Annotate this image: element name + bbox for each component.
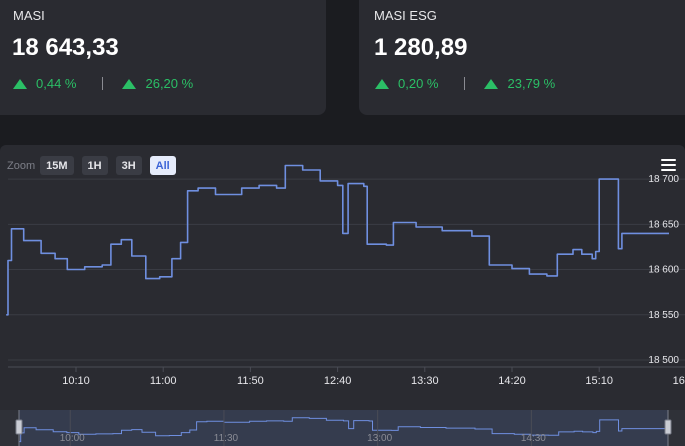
- y-tick-label: 18 600: [648, 265, 679, 276]
- arrow-up-icon: [375, 78, 389, 89]
- x-tick-label: 12:40: [324, 375, 352, 387]
- navigator-tick-label: 10:00: [60, 433, 85, 444]
- y-tick-label: 18 650: [648, 219, 679, 230]
- price-chart: 18 500 18 550 18 600 18 650 18 700 10:10 11:00…: [0, 164, 685, 446]
- arrow-up-icon: [484, 78, 499, 89]
- navigator-selection: [19, 410, 668, 446]
- divider: [102, 77, 104, 90]
- ytd-change: 26,20 %: [145, 76, 194, 91]
- y-tick-label: 18 700: [648, 174, 679, 185]
- x-tick-label: 11:50: [237, 375, 264, 387]
- ytd-change: 23,79 %: [507, 76, 556, 91]
- divider: [464, 77, 466, 90]
- navigator-handle-grip[interactable]: [664, 419, 672, 435]
- index-name: MASI: [13, 8, 45, 23]
- y-tick-label: 18 550: [648, 310, 679, 321]
- index-value: 1 280,89: [374, 34, 468, 61]
- y-tick-label: 18 500: [648, 355, 679, 366]
- navigator-tick-label: 13:00: [367, 433, 392, 444]
- arrow-up-icon: [122, 78, 137, 89]
- x-tick-label: 15:10: [585, 375, 613, 387]
- navigator-handle-grip[interactable]: [15, 419, 23, 435]
- daily-change: 0,20 %: [398, 76, 439, 91]
- navigator-tick-label: 14:30: [521, 433, 546, 444]
- x-tick-label: 11:00: [150, 375, 177, 387]
- navigator-tick-label: 11:30: [214, 433, 239, 444]
- index-card-masi-esg: MASI ESG 1 280,89 0,20 % 23,79 %: [359, 0, 685, 115]
- x-tick-label: 13:30: [411, 375, 439, 387]
- x-tick-label: 10:10: [62, 375, 90, 387]
- index-value: 18 643,33: [12, 34, 119, 61]
- index-card-masi: MASI 18 643,33 0,44 % 26,20 %: [0, 0, 326, 115]
- arrow-up-icon: [13, 78, 27, 89]
- index-name: MASI ESG: [374, 8, 437, 23]
- index-changes: 0,20 % 23,79 %: [375, 76, 555, 91]
- chart-panel: Zoom 15M 1H 3H All 18 500 18 550 18 600 18 …: [0, 145, 685, 446]
- index-changes: 0,44 % 26,20 %: [13, 76, 193, 91]
- x-tick-label: 14:20: [498, 375, 526, 387]
- daily-change: 0,44 %: [36, 76, 77, 91]
- x-tick-label: 16:00: [673, 375, 685, 387]
- series-line: [6, 164, 669, 316]
